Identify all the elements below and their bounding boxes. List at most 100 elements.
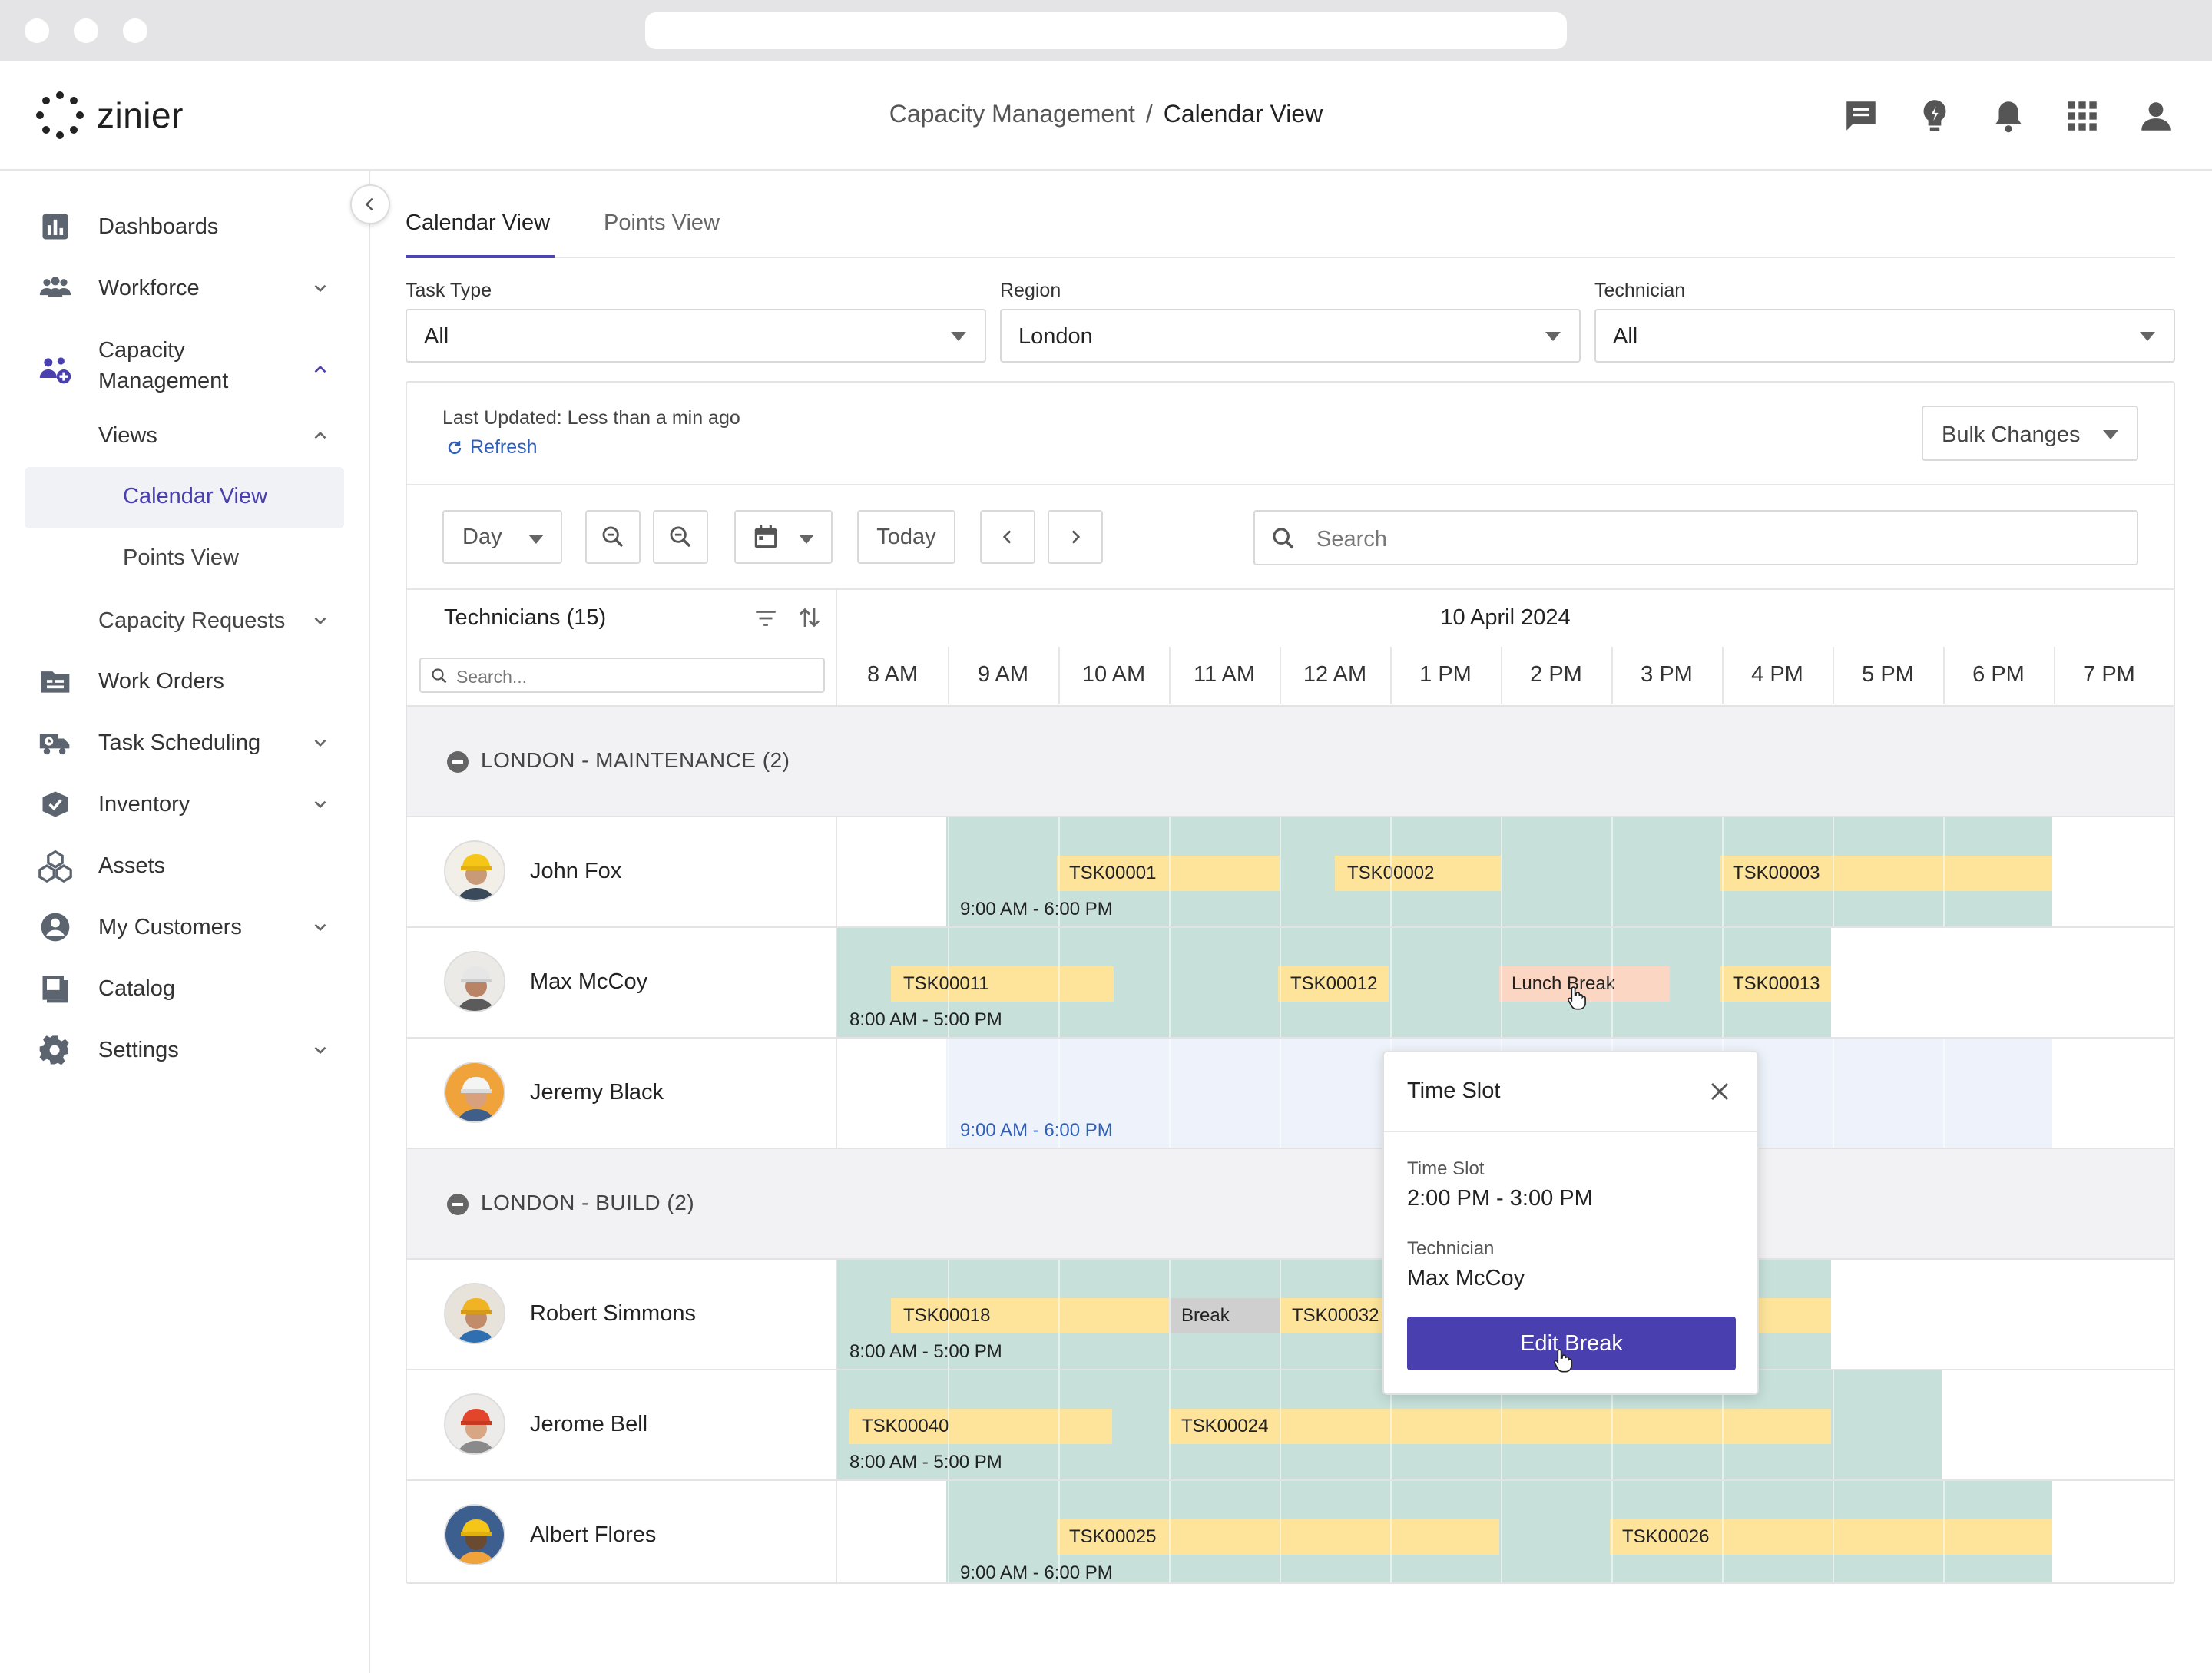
tab-calendar-view[interactable]: Calendar View — [406, 210, 550, 236]
hand-cursor-icon — [1554, 1349, 1572, 1373]
sidebar-item-capacity-requests[interactable]: Capacity Requests — [0, 594, 370, 648]
sidebar-item-catalog[interactable]: Catalog — [0, 962, 370, 1015]
bulk-changes-dropdown[interactable]: Bulk Changes — [1922, 406, 2138, 461]
shift-time-label: 9:00 AM - 6:00 PM — [960, 1562, 1113, 1583]
view-mode-dropdown[interactable]: Day — [442, 510, 562, 564]
shift-time-label: 8:00 AM - 5:00 PM — [849, 1341, 1002, 1362]
caret-down-icon — [1545, 332, 1561, 341]
sidebar-item-my-customers[interactable]: My Customers — [0, 900, 370, 954]
user-circle-icon — [41, 913, 70, 942]
region-select[interactable]: London — [1000, 309, 1581, 363]
hour-gridline — [1169, 817, 1171, 926]
sidebar-item-work-orders[interactable]: Work Orders — [0, 654, 370, 708]
sort-icon[interactable] — [796, 604, 823, 631]
refresh-link[interactable]: Refresh — [445, 436, 538, 459]
hour-gridline — [948, 1370, 949, 1479]
sidebar-item-dashboards[interactable]: Dashboards — [0, 200, 370, 253]
lightbulb-icon[interactable] — [1916, 97, 1954, 135]
zoom-in-button[interactable] — [585, 510, 641, 564]
task-block[interactable]: TSK00024 — [1169, 1409, 1831, 1444]
date-picker-button[interactable] — [734, 510, 833, 564]
technician-name[interactable]: Jeremy Black — [530, 1080, 664, 1105]
task-block[interactable]: TSK00040 — [849, 1409, 1112, 1444]
task-block[interactable]: TSK00003 — [1720, 856, 2052, 891]
breadcrumb-parent[interactable]: Capacity Management — [889, 100, 1135, 128]
collapse-sidebar-button[interactable] — [350, 184, 390, 224]
sidebar-item-assets[interactable]: Assets — [0, 839, 370, 893]
task-type-select[interactable]: All — [406, 309, 986, 363]
task-block[interactable]: TSK00001 — [1057, 856, 1280, 891]
collapse-group-icon[interactable] — [447, 1194, 469, 1215]
window-minimize-dot[interactable] — [74, 18, 98, 43]
sidebar-item-label: Views — [98, 422, 157, 448]
technician-search-input[interactable]: Search... — [419, 658, 825, 693]
sidebar-item-views[interactable]: Views — [0, 409, 370, 462]
sidebar-item-label: Assets — [98, 853, 166, 878]
hour-label: 4 PM — [1751, 662, 1803, 687]
time-slot-popup: Time Slot Time Slot 2:00 PM - 3:00 PM Te… — [1382, 1051, 1759, 1395]
next-day-button[interactable] — [1048, 510, 1103, 564]
hour-gridline — [1280, 1370, 1281, 1479]
chat-icon[interactable] — [1842, 97, 1880, 135]
zoom-out-button[interactable] — [653, 510, 708, 564]
sidebar-item-label: Settings — [98, 1037, 179, 1062]
hour-gridline — [1833, 928, 1834, 1037]
zoom-out-icon — [670, 526, 691, 548]
capacity-management-line2: Management — [98, 369, 229, 393]
previous-day-button[interactable] — [980, 510, 1035, 564]
close-icon[interactable] — [1708, 1080, 1731, 1103]
window-maximize-dot[interactable] — [123, 18, 147, 43]
caret-down-icon — [2140, 332, 2155, 341]
task-block[interactable]: TSK00018 — [891, 1298, 1169, 1333]
sidebar-item-points-view[interactable]: Points View — [123, 545, 239, 571]
sidebar-item-workforce[interactable]: Workforce — [0, 261, 370, 315]
today-label: Today — [876, 524, 936, 549]
sidebar-item-settings[interactable]: Settings — [0, 1023, 370, 1077]
technician-name[interactable]: Robert Simmons — [530, 1301, 696, 1327]
avatar — [444, 1283, 505, 1344]
address-bar[interactable] — [645, 12, 1567, 49]
task-block[interactable]: TSK00026 — [1610, 1519, 2052, 1555]
sidebar-item-task-scheduling[interactable]: Task Scheduling — [0, 716, 370, 770]
bell-icon[interactable] — [1989, 97, 2028, 135]
break-block[interactable]: Break — [1169, 1298, 1280, 1333]
sidebar-item-label: Dashboards — [98, 214, 219, 239]
task-block[interactable]: TSK00011 — [891, 966, 1114, 1002]
hour-separator — [1280, 647, 1281, 704]
technician-name[interactable]: Max McCoy — [530, 969, 647, 995]
calendar-search-input[interactable]: Search — [1253, 510, 2138, 565]
technician-name[interactable]: Albert Flores — [530, 1522, 656, 1548]
today-button[interactable]: Today — [857, 510, 955, 564]
popup-technician-value: Max McCoy — [1407, 1266, 1525, 1290]
sidebar-item-calendar-view[interactable]: Calendar View — [123, 484, 267, 509]
apps-grid-icon[interactable] — [2063, 97, 2101, 135]
filter-icon[interactable] — [753, 605, 779, 631]
gear-icon — [39, 1035, 69, 1065]
task-block[interactable]: TSK00013 — [1720, 966, 1831, 1002]
capacity-people-icon — [39, 357, 71, 384]
toolbar-divider — [407, 484, 2174, 485]
technician-name[interactable]: John Fox — [530, 859, 621, 884]
hour-separator — [948, 647, 949, 704]
task-block[interactable]: TSK00012 — [1278, 966, 1389, 1002]
caret-down-icon — [951, 332, 966, 341]
task-block[interactable]: TSK00002 — [1335, 856, 1501, 891]
task-block[interactable]: TSK00025 — [1057, 1519, 1499, 1555]
technician-name[interactable]: Jerome Bell — [530, 1412, 647, 1437]
window-close-dot[interactable] — [25, 18, 49, 43]
folder-icon — [41, 671, 70, 693]
caret-down-icon — [2103, 430, 2118, 439]
sidebar-item-capacity-management[interactable]: Capacity Management — [0, 335, 370, 404]
shift-time-label: 9:00 AM - 6:00 PM — [960, 899, 1113, 919]
technician-select[interactable]: All — [1594, 309, 2175, 363]
group-row-london-maintenance[interactable]: LONDON - MAINTENANCE (2) — [407, 707, 2174, 816]
collapse-group-icon[interactable] — [447, 751, 469, 773]
sidebar-item-inventory[interactable]: Inventory — [0, 777, 370, 831]
group-row-london-build[interactable]: LONDON - BUILD (2) — [407, 1149, 2174, 1258]
tab-points-view[interactable]: Points View — [604, 210, 720, 236]
date-header: 10 April 2024 — [1440, 605, 1571, 630]
hour-gridline — [948, 1260, 949, 1369]
hour-gridline — [1501, 817, 1502, 926]
user-profile-icon[interactable] — [2137, 97, 2175, 135]
hour-separator — [1058, 647, 1060, 704]
